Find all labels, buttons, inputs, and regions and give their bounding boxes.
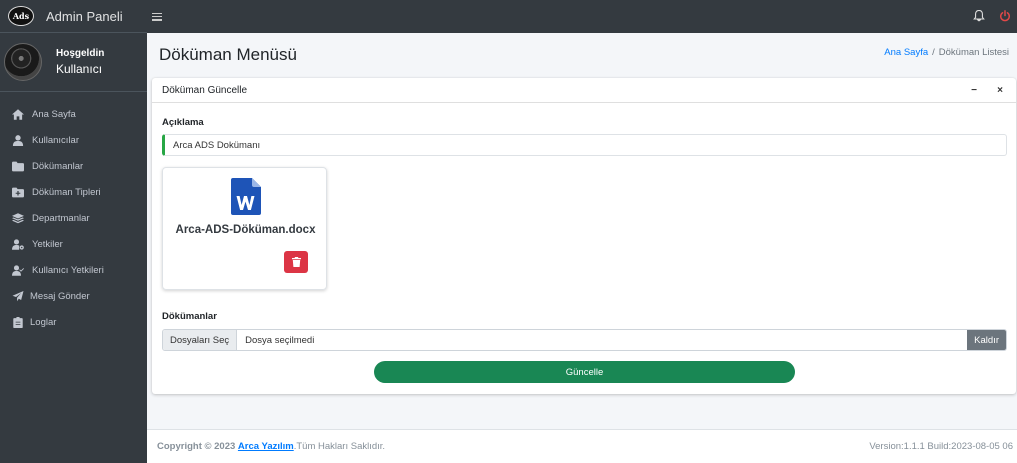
sidebar-item-dokuman-tipleri[interactable]: Döküman Tipleri [0, 179, 147, 205]
home-icon [12, 108, 24, 120]
user-check-icon [12, 264, 24, 276]
folder-plus-icon [12, 187, 24, 197]
paper-plane-icon [12, 290, 24, 301]
bell-icon[interactable] [973, 10, 985, 22]
collapse-button[interactable]: − [968, 84, 980, 96]
rights-text: .Tüm Hakları Saklıdır. [293, 441, 386, 452]
power-icon[interactable] [999, 10, 1011, 22]
brand-link[interactable]: Ads Admin Paneli [0, 0, 147, 33]
trash-icon [291, 257, 301, 267]
user-icon [12, 134, 24, 146]
file-input[interactable]: Dosyaları Seç Dosya seçilmedi Kaldır [162, 329, 1007, 351]
user-panel: Hoşgeldin Kullanıcı [0, 33, 147, 92]
close-button[interactable]: × [994, 84, 1006, 96]
sidebar-item-label: Kullanıcılar [32, 134, 79, 146]
sidebar-item-label: Mesaj Gönder [30, 290, 90, 302]
sidebar-item-kullanicilar[interactable]: Kullanıcılar [0, 127, 147, 153]
sidebar: Ads Admin Paneli Hoşgeldin Kullanıcı Ana… [0, 0, 147, 463]
document-update-card: Döküman Güncelle − × Açıklama Arca ADS D… [152, 78, 1016, 394]
page-title: Döküman Menüsü [159, 45, 297, 64]
content-header: Döküman Menüsü Ana Sayfa / Döküman Listesi [147, 33, 1017, 78]
breadcrumb-home-link[interactable]: Ana Sayfa [884, 47, 928, 58]
sidebar-item-dokumanlar[interactable]: Dökümanlar [0, 153, 147, 179]
documents-label: Dökümanlar [162, 311, 217, 322]
sidebar-item-label: Departmanlar [32, 212, 90, 224]
update-button[interactable]: Güncelle [374, 361, 795, 383]
brand-title: Admin Paneli [46, 8, 123, 24]
word-file-icon [231, 178, 261, 215]
sidebar-nav: Ana Sayfa Kullanıcılar Dökümanlar Döküma… [0, 101, 147, 335]
footer-copyright: Copyright © 2023 Arca Yazılım.Tüm Haklar… [157, 441, 385, 452]
sidebar-item-mesaj-gonder[interactable]: Mesaj Gönder [0, 283, 147, 309]
footer: Copyright © 2023 Arca Yazılım.Tüm Haklar… [147, 429, 1017, 463]
sidebar-item-yetkiler[interactable]: Yetkiler [0, 231, 147, 257]
folder-icon [12, 161, 24, 171]
user-name: Kullanıcı [56, 62, 103, 76]
choose-files-button[interactable]: Dosyaları Seç [163, 330, 238, 350]
sidebar-item-label: Yetkiler [32, 238, 63, 250]
remove-file-button[interactable]: Kaldır [967, 330, 1006, 350]
breadcrumb-current: Döküman Listesi [938, 47, 1009, 58]
user-cog-icon [12, 238, 24, 250]
breadcrumb-separator: / [932, 47, 935, 58]
sidebar-item-label: Ana Sayfa [32, 108, 76, 120]
breadcrumb: Ana Sayfa / Döküman Listesi [884, 47, 1009, 58]
sidebar-item-departmanlar[interactable]: Departmanlar [0, 205, 147, 231]
sidebar-item-loglar[interactable]: Loglar [0, 309, 147, 335]
brand-logo: Ads [8, 6, 34, 26]
sidebar-item-label: Döküman Tipleri [32, 186, 101, 198]
sidebar-item-kullanici-yetkileri[interactable]: Kullanıcı Yetkileri [0, 257, 147, 283]
document-preview-card: Arca-ADS-Döküman.docx [162, 167, 327, 290]
card-title: Döküman Güncelle [162, 84, 248, 96]
sidebar-item-ana-sayfa[interactable]: Ana Sayfa [0, 101, 147, 127]
company-link[interactable]: Arca Yazılım [238, 441, 294, 452]
topbar [147, 0, 1017, 33]
avatar [4, 43, 42, 81]
file-status-text: Dosya seçilmedi [245, 334, 315, 346]
description-input[interactable]: Arca ADS Dokümanı [162, 134, 1007, 156]
sidebar-item-label: Kullanıcı Yetkileri [32, 264, 104, 276]
copyright-prefix: Copyright © 2023 [157, 441, 236, 452]
version-text: Version:1.1.1 Build:2023-08-05 06 [869, 441, 1013, 452]
document-file-name: Arca-ADS-Döküman.docx [175, 224, 316, 236]
delete-document-button[interactable] [284, 251, 308, 273]
hamburger-icon[interactable] [152, 12, 162, 22]
sidebar-item-label: Loglar [30, 316, 57, 328]
layers-icon [12, 212, 24, 223]
description-label: Açıklama [162, 117, 204, 128]
user-greeting: Hoşgeldin [56, 48, 105, 59]
sidebar-item-label: Dökümanlar [32, 160, 84, 172]
card-header: Döküman Güncelle − × [152, 78, 1016, 103]
clipboard-icon [13, 316, 23, 328]
